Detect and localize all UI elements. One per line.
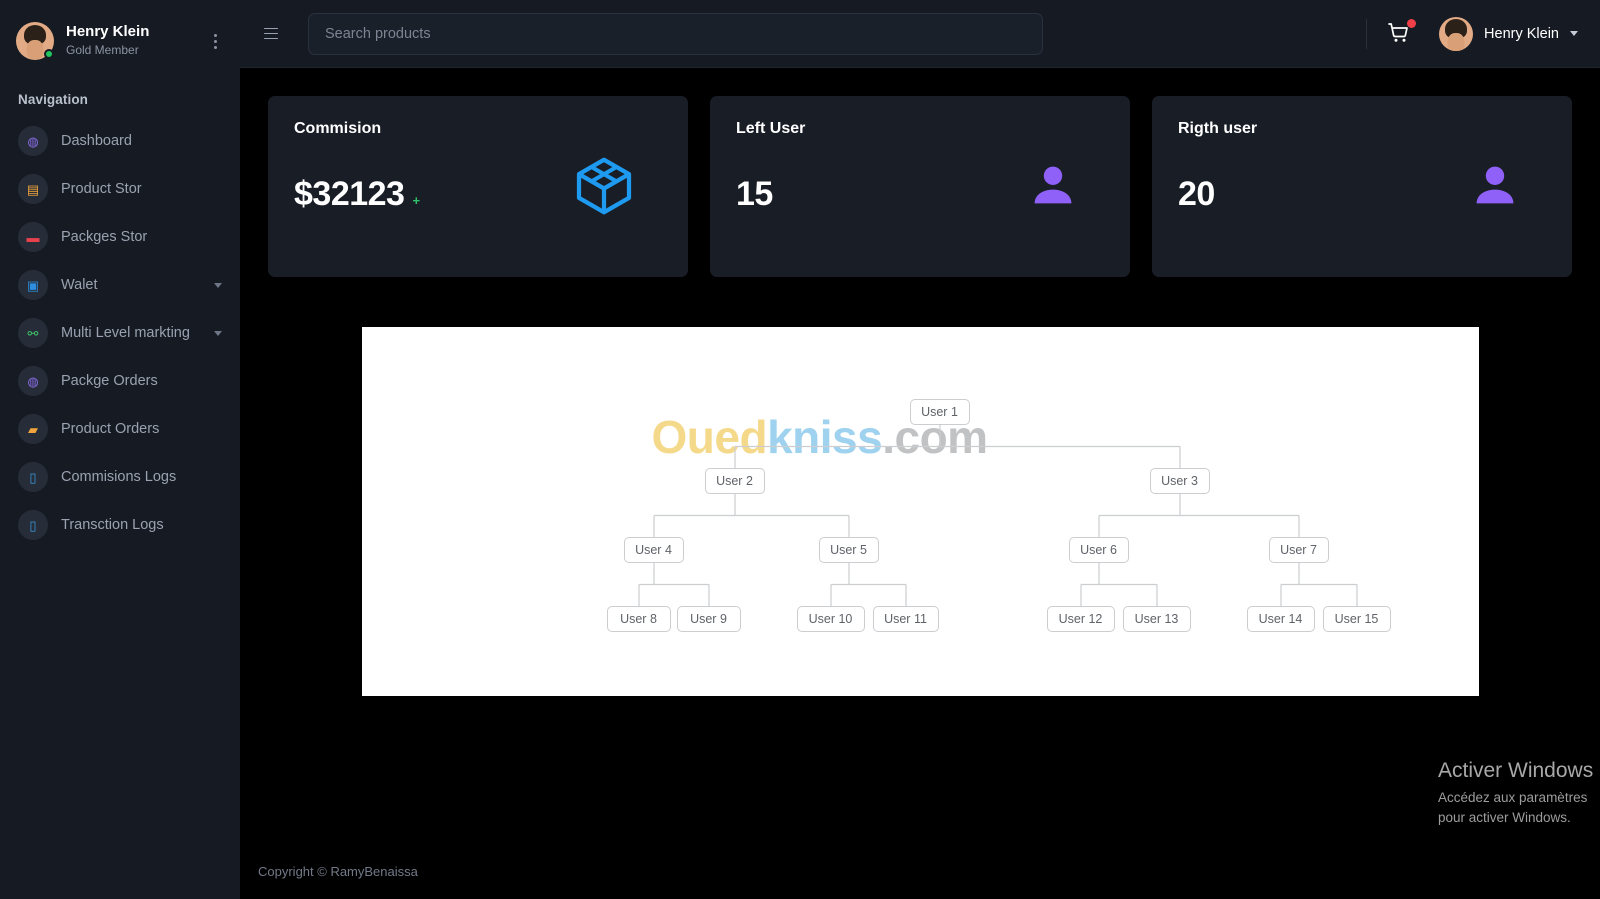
tree-connectors: [637, 425, 1358, 606]
tree-node[interactable]: User 13: [1122, 606, 1191, 632]
chevron-down-icon[interactable]: [214, 330, 222, 336]
document-icon: ▯: [18, 510, 48, 540]
topbar-divider: [1366, 18, 1368, 49]
stat-card-left-user: Left User 15: [710, 96, 1130, 277]
sidebar-profile[interactable]: Henry Klein Gold Member: [0, 0, 240, 70]
shopping-cart-icon[interactable]: [1387, 18, 1417, 47]
sidebar-item-label: Product Stor: [61, 181, 142, 197]
sidebar-item-walet[interactable]: ▣ Walet: [0, 261, 240, 309]
sidebar-item-commisions-logs[interactable]: ▯ Commisions Logs: [0, 453, 240, 501]
chevron-down-icon[interactable]: [214, 282, 222, 288]
stat-cards: Commision $32123 + Left User 15 Rigth user 20: [240, 68, 1600, 277]
tree-node[interactable]: User 12: [1046, 606, 1115, 632]
kebab-menu-icon[interactable]: [206, 30, 224, 52]
sidebar-item-product-orders[interactable]: ▰ Product Orders: [0, 405, 240, 453]
sidebar-item-dashboard[interactable]: ◍ Dashboard: [0, 117, 240, 165]
chevron-down-icon: [1570, 31, 1578, 36]
online-status-dot: [44, 49, 54, 59]
sidebar-item-packges-stor[interactable]: ▬ Packges Stor: [0, 213, 240, 261]
person-icon: [1472, 162, 1518, 213]
stat-card-title: Left User: [736, 120, 806, 137]
sidebar-item-label: Multi Level markting: [61, 325, 190, 341]
stat-card-commision: Commision $32123 +: [268, 96, 688, 277]
sidebar-item-packge-orders[interactable]: ◍ Packge Orders: [0, 357, 240, 405]
nav-heading: Navigation: [18, 92, 89, 107]
speedometer-icon: ◍: [18, 126, 48, 156]
sidebar: Henry Klein Gold Member Navigation ◍ Dash…: [0, 0, 240, 899]
main-area: Henry Klein Commision $32123 + Left User 15 R…: [240, 0, 1600, 899]
user-menu[interactable]: Henry Klein: [1439, 16, 1578, 51]
sidebar-item-multi-level-markting[interactable]: ⚯ Multi Level markting: [0, 309, 240, 357]
app-root: Henry Klein Gold Member Navigation ◍ Dash…: [0, 0, 1600, 899]
windows-activation-watermark: Activer Windows Accédez aux paramètres p…: [1438, 758, 1600, 828]
tree-node[interactable]: User 1: [909, 399, 970, 425]
stat-card-value: 15: [736, 175, 773, 213]
tree-node[interactable]: User 6: [1068, 537, 1129, 563]
search-input[interactable]: [325, 25, 1026, 42]
sidebar-item-label: Dashboard: [61, 133, 132, 149]
package-box-icon: ▬: [18, 222, 48, 252]
document-icon: ▯: [18, 462, 48, 492]
stat-card-title: Commision: [294, 120, 382, 137]
store-icon: ▤: [18, 174, 48, 204]
tree-node[interactable]: User 15: [1322, 606, 1391, 632]
sidebar-profile-text: Henry Klein Gold Member: [66, 23, 194, 59]
sidebar-item-label: Walet: [61, 277, 98, 293]
stat-card-value: $32123: [294, 175, 405, 213]
user-menu-name: Henry Klein: [1484, 25, 1559, 42]
windows-activation-subtitle: Accédez aux paramètres pour activer Wind…: [1438, 790, 1588, 825]
sidebar-item-label: Transction Logs: [61, 517, 164, 533]
stat-card-rigth-user: Rigth user 20: [1152, 96, 1572, 277]
tree-node[interactable]: User 11: [872, 606, 939, 632]
sidebar-profile-name: Henry Klein: [66, 23, 150, 40]
tree-node[interactable]: User 7: [1268, 537, 1329, 563]
sidebar-profile-role: Gold Member: [66, 43, 139, 57]
search-box[interactable]: [308, 12, 1043, 55]
tree-node[interactable]: User 9: [676, 606, 741, 632]
tree-node[interactable]: User 10: [796, 606, 865, 632]
tree-node[interactable]: User 3: [1149, 468, 1210, 494]
sidebar-item-product-stor[interactable]: ▤ Product Stor: [0, 165, 240, 213]
sidebar-nav: ◍ Dashboard ▤ Product Stor ▬ Packges Stor ▣ Wal…: [0, 113, 240, 549]
blue-cube-icon: [574, 156, 634, 221]
tree-node[interactable]: User 5: [818, 537, 879, 563]
sidebar-item-transction-logs[interactable]: ▯ Transction Logs: [0, 501, 240, 549]
topbar-right: Henry Klein: [1366, 16, 1578, 51]
cart-badge: [1407, 18, 1417, 28]
sidebar-item-label: Packge Orders: [61, 373, 158, 389]
wallet-icon: ▣: [18, 270, 48, 300]
speedometer-icon: ◍: [18, 366, 48, 396]
sidebar-item-label: Packges Stor: [61, 229, 148, 245]
tree-node[interactable]: User 4: [623, 537, 684, 563]
tree-node[interactable]: User 2: [704, 468, 765, 494]
topbar-avatar: [1439, 16, 1474, 51]
stat-card-title: Rigth user: [1178, 120, 1258, 137]
genealogy-tree-panel: Ouedkniss.com User 1 User 2 User 3 User 4 Us…: [361, 327, 1479, 696]
stat-card-delta: +: [412, 193, 421, 208]
tree-node[interactable]: User 8: [606, 606, 671, 632]
avatar: [16, 22, 54, 60]
stat-card-value: 20: [1178, 175, 1215, 213]
delivery-truck-icon: ▰: [18, 414, 48, 444]
network-tree-icon: ⚯: [18, 318, 48, 348]
hamburger-menu-icon[interactable]: [264, 24, 286, 44]
person-icon: [1030, 162, 1076, 213]
tree-node[interactable]: User 14: [1246, 606, 1315, 632]
footer-copyright: Copyright © RamyBenaissa: [258, 863, 418, 879]
sidebar-item-label: Product Orders: [61, 421, 160, 437]
topbar: Henry Klein: [240, 0, 1600, 68]
footer: Copyright © RamyBenaissa: [240, 843, 1600, 899]
windows-activation-title: Activer Windows: [1438, 759, 1594, 782]
sidebar-item-label: Commisions Logs: [61, 469, 177, 485]
